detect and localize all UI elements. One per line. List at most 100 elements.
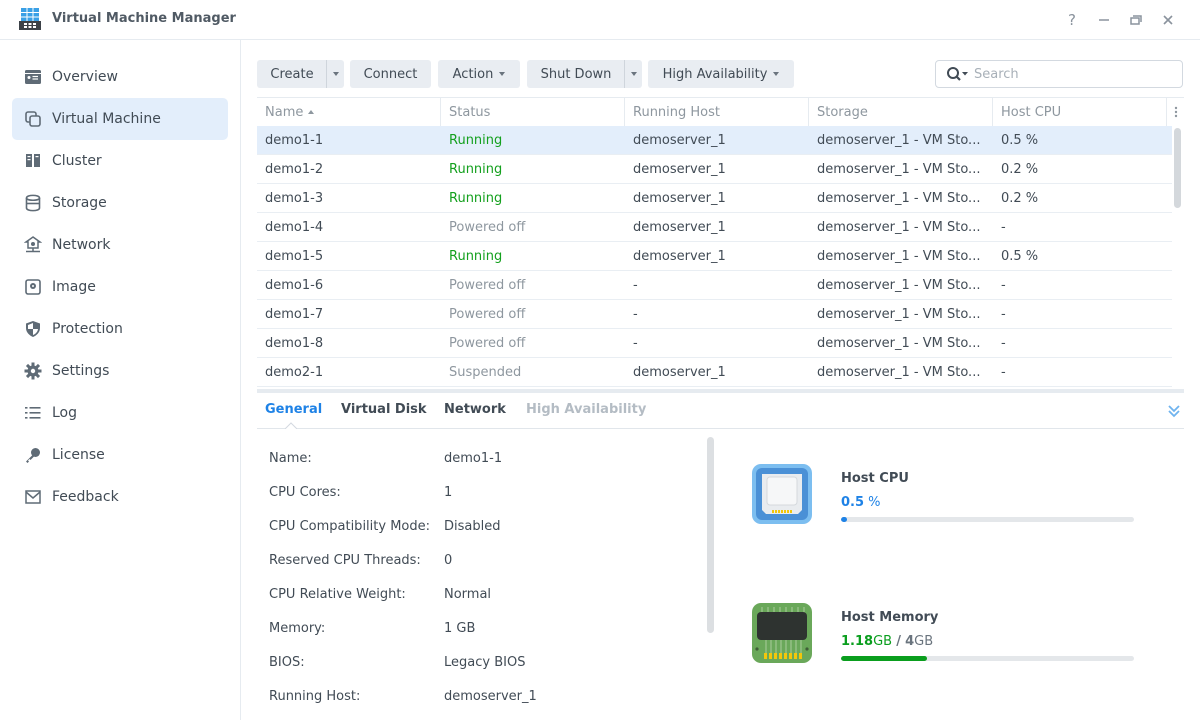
tab-high-availability: High Availability: [526, 402, 647, 417]
sidebar-item-network[interactable]: Network: [12, 224, 228, 266]
shutdown-button[interactable]: Shut Down: [527, 60, 625, 88]
details-scrollbar[interactable]: [707, 437, 714, 633]
cpu-percent: 0.5: [841, 495, 865, 510]
table-row[interactable]: demo1-2 Running demoserver_1 demoserver_1 -…: [257, 155, 1172, 184]
search-icon[interactable]: [946, 66, 968, 82]
cell-status: Powered off: [449, 306, 526, 322]
host-cpu-progress-fill: [841, 517, 847, 522]
tab-network[interactable]: Network: [444, 402, 506, 417]
table-row[interactable]: demo1-3 Running demoserver_1 demoserver_1 -…: [257, 184, 1172, 213]
sort-ascending-icon: [308, 110, 315, 114]
sidebar-item-image[interactable]: Image: [12, 266, 228, 308]
close-icon: [1163, 15, 1173, 25]
sidebar-item-settings[interactable]: Settings: [12, 350, 228, 392]
active-tab-indicator: [285, 422, 297, 429]
detail-row: CPU Compatibility Mode: Disabled: [269, 519, 500, 539]
caret-down-icon: [630, 72, 637, 76]
table-row[interactable]: demo1-6 Powered off - demoserver_1 - VM Sto…: [257, 271, 1172, 300]
detail-row: Running Host: demoserver_1: [269, 689, 537, 709]
cell-host: demoserver_1: [633, 132, 726, 148]
column-header-name[interactable]: Name: [257, 98, 441, 126]
table-scrollbar[interactable]: [1174, 128, 1181, 208]
cell-host: -: [633, 306, 638, 322]
column-label: Host CPU: [1001, 104, 1062, 120]
host-memory-card: Host Memory 1.18GB / 4GB: [750, 601, 1150, 671]
table-row[interactable]: demo1-8 Powered off - demoserver_1 - VM Sto…: [257, 329, 1172, 358]
cell-status: Powered off: [449, 277, 526, 293]
sidebar-item-protection[interactable]: Protection: [12, 308, 228, 350]
sidebar-item-overview[interactable]: Overview: [12, 56, 228, 98]
cell-status: Powered off: [449, 219, 526, 235]
cell-storage: demoserver_1 - VM Sto...: [817, 306, 981, 322]
cell-status: Powered off: [449, 335, 526, 351]
sidebar-item-log[interactable]: Log: [12, 392, 228, 434]
network-icon: [24, 236, 42, 254]
sidebar-item-feedback[interactable]: Feedback: [12, 476, 228, 518]
restore-button[interactable]: [1120, 8, 1152, 32]
detail-label: BIOS:: [269, 655, 305, 670]
detail-row: BIOS: Legacy BIOS: [269, 655, 525, 675]
sidebar-item-label: License: [52, 447, 105, 463]
table-row[interactable]: demo1-4 Powered off demoserver_1 demoserver…: [257, 213, 1172, 242]
connect-label: Connect: [363, 66, 418, 82]
table-row[interactable]: demo1-5 Running demoserver_1 demoserver_1 -…: [257, 242, 1172, 271]
create-dropdown-button[interactable]: [326, 60, 344, 88]
detail-value: Normal: [444, 587, 492, 602]
sidebar-item-virtual-machine[interactable]: Virtual Machine: [12, 98, 228, 140]
column-header-status[interactable]: Status: [441, 98, 625, 126]
cell-host: demoserver_1: [633, 190, 726, 206]
create-label: Create: [270, 66, 314, 82]
cell-storage: demoserver_1 - VM Sto...: [817, 364, 981, 380]
column-header-host-cpu[interactable]: Host CPU: [993, 98, 1167, 126]
cell-name: demo1-6: [265, 277, 324, 293]
search-input[interactable]: [974, 66, 1164, 82]
cell-name: demo1-1: [265, 132, 324, 148]
cell-name: demo1-5: [265, 248, 324, 264]
detail-value: 0: [444, 553, 453, 568]
sidebar-item-license[interactable]: License: [12, 434, 228, 476]
create-button[interactable]: Create: [257, 60, 327, 88]
minimize-icon: [1099, 19, 1109, 21]
cell-cpu: -: [1001, 219, 1006, 235]
cell-host: demoserver_1: [633, 219, 726, 235]
host-cpu-title: Host CPU: [841, 471, 909, 486]
column-header-running-host[interactable]: Running Host: [625, 98, 809, 126]
close-button[interactable]: [1152, 8, 1184, 32]
sidebar-item-cluster[interactable]: Cluster: [12, 140, 228, 182]
column-label: Status: [449, 104, 491, 120]
host-memory-progress-fill: [841, 656, 928, 661]
column-label: Running Host: [633, 104, 721, 120]
table-row[interactable]: demo2-1 Suspended demoserver_1 demoserver_1…: [257, 358, 1172, 387]
table-row[interactable]: demo1-7 Powered off - demoserver_1 - VM Sto…: [257, 300, 1172, 329]
shutdown-label: Shut Down: [540, 66, 612, 82]
shutdown-dropdown-button[interactable]: [624, 60, 642, 88]
help-icon: ?: [1068, 11, 1076, 29]
cell-status: Running: [449, 132, 503, 148]
detail-label: Name:: [269, 451, 312, 466]
column-menu-button[interactable]: [1167, 98, 1184, 126]
collapse-double-chevron-icon[interactable]: [1166, 403, 1182, 419]
detail-tabs: General Virtual Disk Network High Availa…: [257, 393, 1184, 429]
gear-icon: [24, 362, 42, 380]
memory-total: 4: [905, 634, 915, 649]
host-cpu-progress: [841, 517, 1134, 522]
high-availability-button[interactable]: High Availability: [648, 60, 794, 88]
search-box[interactable]: [935, 60, 1183, 88]
cell-cpu: -: [1001, 306, 1006, 322]
tab-virtual-disk[interactable]: Virtual Disk: [341, 402, 427, 417]
cell-cpu: -: [1001, 364, 1006, 380]
tab-general[interactable]: General: [265, 402, 322, 417]
minimize-button[interactable]: [1088, 8, 1120, 32]
virtual-machine-icon: [24, 110, 42, 128]
mail-icon: [24, 488, 42, 506]
memory-used-unit: GB: [873, 634, 893, 649]
table-row[interactable]: demo1-1 Running demoserver_1 demoserver_1 -…: [257, 126, 1172, 155]
cell-name: demo1-8: [265, 335, 324, 351]
help-button[interactable]: ?: [1056, 8, 1088, 32]
cell-storage: demoserver_1 - VM Sto...: [817, 161, 981, 177]
action-button[interactable]: Action: [438, 60, 520, 88]
connect-button[interactable]: Connect: [350, 60, 431, 88]
sidebar-item-storage[interactable]: Storage: [12, 182, 228, 224]
column-header-storage[interactable]: Storage: [809, 98, 993, 126]
high-availability-label: High Availability: [662, 66, 768, 82]
